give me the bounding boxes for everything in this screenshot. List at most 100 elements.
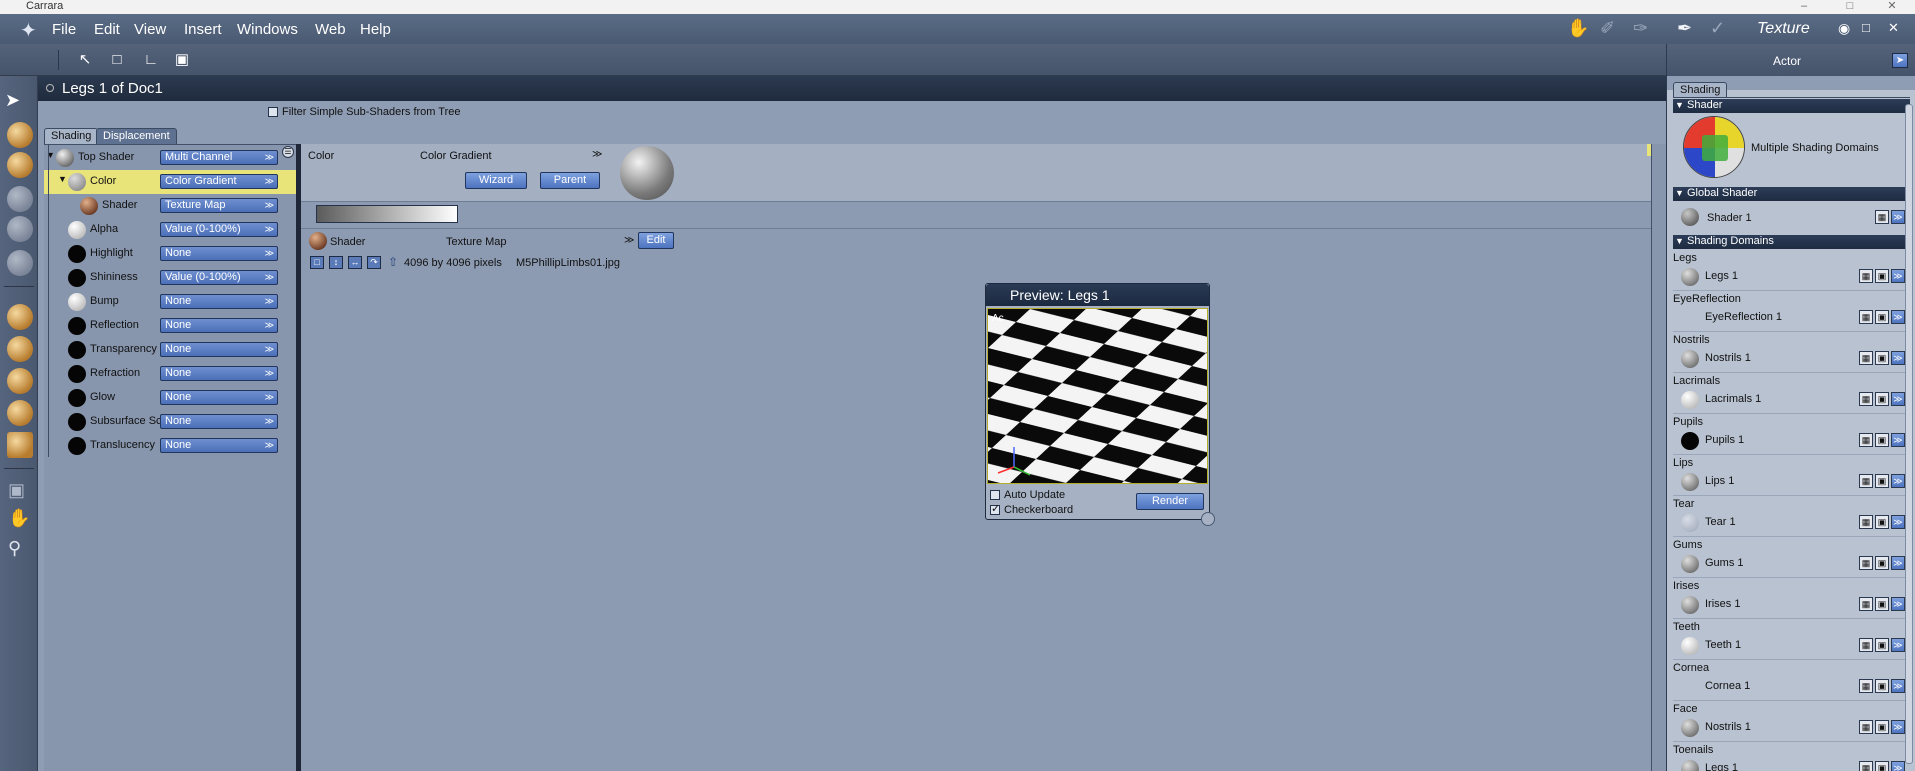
tree-row-reflection[interactable]: Reflection None ≫ bbox=[44, 314, 296, 338]
domain-irises[interactable]: Irises Irises 1 ▦ ▣ ≫ bbox=[1673, 578, 1910, 619]
close-room-icon[interactable]: ✕ bbox=[1888, 20, 1899, 36]
selection-arrow-icon[interactable]: ↖ bbox=[74, 49, 96, 71]
assemble-room-icon[interactable]: ✋ bbox=[1567, 18, 1589, 39]
domain-menu-icon[interactable]: ≫ bbox=[1891, 433, 1905, 447]
collapse-dot-icon[interactable] bbox=[46, 84, 54, 92]
channel-type-chevron-icon[interactable]: ≫ bbox=[592, 149, 602, 160]
preview-title[interactable]: Preview: Legs 1 bbox=[986, 284, 1209, 306]
domain-eyereflection[interactable]: EyeReflection EyeReflection 1 ▦ ▣ ≫ bbox=[1673, 291, 1910, 332]
domain-delete-icon[interactable]: ▦ bbox=[1859, 269, 1873, 283]
model-room-icon[interactable]: ✐ bbox=[1600, 18, 1615, 39]
tree-row-highlight[interactable]: Highlight None ≫ bbox=[44, 242, 296, 266]
domain-menu-icon[interactable]: ≫ bbox=[1891, 679, 1905, 693]
domain-options-icon[interactable]: ▣ bbox=[1875, 310, 1889, 324]
texture-map-icon[interactable] bbox=[7, 432, 33, 458]
eye-icon[interactable]: ◉ bbox=[1838, 20, 1850, 37]
move-plane-icon[interactable] bbox=[7, 304, 33, 330]
move-axis-icon[interactable] bbox=[7, 336, 33, 362]
close-icon[interactable]: ✕ bbox=[1872, 0, 1912, 14]
channel-type[interactable]: Color Gradient bbox=[420, 150, 492, 162]
tree-row-dropdown[interactable]: Value (0-100%) ≫ bbox=[160, 222, 278, 237]
reload-arrow-icon[interactable]: ⇧ bbox=[386, 256, 400, 269]
domain-delete-icon[interactable]: ▦ bbox=[1859, 597, 1873, 611]
corner-box-icon[interactable]: ∟ bbox=[140, 49, 162, 71]
menu-file[interactable]: File bbox=[52, 21, 76, 38]
domain-toenails[interactable]: Toenails Legs 1 ▦ ▣ ≫ bbox=[1673, 742, 1910, 771]
domain-delete-icon[interactable]: ▦ bbox=[1859, 351, 1873, 365]
menu-web[interactable]: Web bbox=[315, 21, 346, 38]
open-file-icon[interactable]: □ bbox=[310, 256, 324, 269]
checkerboard-option[interactable]: Checkerboard bbox=[990, 502, 1073, 516]
texture-room-icon[interactable]: ✒ bbox=[1677, 18, 1692, 39]
tree-row-transparency[interactable]: Transparency None ≫ bbox=[44, 338, 296, 362]
domain-menu-icon[interactable]: ≫ bbox=[1891, 638, 1905, 652]
domain-options-icon[interactable]: ▣ bbox=[1875, 556, 1889, 570]
shader-type-chevron-icon[interactable]: ≫ bbox=[624, 235, 634, 246]
bounding-box-icon[interactable]: □ bbox=[106, 49, 128, 71]
domain-menu-icon[interactable]: ≫ bbox=[1891, 474, 1905, 488]
domain-menu-icon[interactable]: ≫ bbox=[1891, 269, 1905, 283]
tree-row-shininess[interactable]: Shininess Value (0-100%) ≫ bbox=[44, 266, 296, 290]
editor-scroll-gutter[interactable] bbox=[1651, 144, 1666, 771]
expand-triangle-icon[interactable]: ▼ bbox=[58, 174, 67, 184]
menu-insert[interactable]: Insert bbox=[184, 21, 222, 38]
domain-delete-icon[interactable]: ▦ bbox=[1859, 638, 1873, 652]
properties-tab-shading[interactable]: Shading bbox=[1673, 82, 1728, 98]
shading-domains-section-header[interactable]: Shading Domains bbox=[1673, 235, 1910, 249]
domain-nostrils[interactable]: Nostrils Nostrils 1 ▦ ▣ ≫ bbox=[1673, 332, 1910, 373]
menu-view[interactable]: View bbox=[134, 21, 166, 38]
tree-row-dropdown[interactable]: None ≫ bbox=[160, 294, 278, 309]
move-xz-icon[interactable] bbox=[7, 368, 33, 394]
domain-tear[interactable]: Tear Tear 1 ▦ ▣ ≫ bbox=[1673, 496, 1910, 537]
wizard-button[interactable]: Wizard bbox=[465, 172, 527, 189]
tree-row-dropdown[interactable]: Value (0-100%) ≫ bbox=[160, 270, 278, 285]
domain-delete-icon[interactable]: ▦ bbox=[1859, 556, 1873, 570]
fit-horizontal-icon[interactable]: ↔ bbox=[348, 256, 362, 269]
menu-help[interactable]: Help bbox=[360, 21, 391, 38]
domain-cornea[interactable]: Cornea Cornea 1 ▦ ▣ ≫ bbox=[1673, 660, 1910, 701]
domain-menu-icon[interactable]: ≫ bbox=[1891, 761, 1905, 771]
domain-menu-icon[interactable]: ≫ bbox=[1891, 310, 1905, 324]
domain-pupils[interactable]: Pupils Pupils 1 ▦ ▣ ≫ bbox=[1673, 414, 1910, 455]
tree-row-dropdown[interactable]: Color Gradient ≫ bbox=[160, 174, 278, 189]
domain-delete-icon[interactable]: ▦ bbox=[1859, 474, 1873, 488]
domain-menu-icon[interactable]: ≫ bbox=[1891, 597, 1905, 611]
sphere-tool-icon[interactable] bbox=[7, 186, 33, 212]
domain-options-icon[interactable]: ▣ bbox=[1875, 761, 1889, 771]
global-shader-section-header[interactable]: Global Shader bbox=[1673, 187, 1910, 201]
tree-row-dropdown[interactable]: None ≫ bbox=[160, 318, 278, 333]
filter-checkbox[interactable] bbox=[268, 107, 278, 118]
parent-button[interactable]: Parent bbox=[540, 172, 600, 189]
domain-options-icon[interactable]: ▣ bbox=[1875, 474, 1889, 488]
edit-button[interactable]: Edit bbox=[638, 232, 674, 249]
paint-tool-icon[interactable] bbox=[7, 216, 33, 242]
menu-windows[interactable]: Windows bbox=[237, 21, 298, 38]
tab-shading[interactable]: Shading bbox=[44, 128, 99, 144]
tree-row-top-shader[interactable]: ▼ Top Shader Multi Channel ≫ bbox=[44, 146, 296, 170]
domain-menu-icon[interactable]: ≫ bbox=[1891, 720, 1905, 734]
tree-row-dropdown[interactable]: None ≫ bbox=[160, 342, 278, 357]
auto-update-option[interactable]: Auto Update bbox=[990, 489, 1065, 501]
tree-row-bump[interactable]: Bump None ≫ bbox=[44, 290, 296, 314]
tree-row-refraction[interactable]: Refraction None ≫ bbox=[44, 362, 296, 386]
frame-box-icon[interactable]: ▣ bbox=[171, 49, 193, 71]
domain-menu-icon[interactable]: ≫ bbox=[1891, 556, 1905, 570]
shader-section-header[interactable]: Shader bbox=[1673, 99, 1910, 113]
domain-teeth[interactable]: Teeth Teeth 1 ▦ ▣ ≫ bbox=[1673, 619, 1910, 660]
tree-row-color[interactable]: ▼ Color Color Gradient ≫ bbox=[44, 170, 296, 194]
maximize-icon[interactable]: □ bbox=[1830, 0, 1870, 14]
domain-delete-icon[interactable]: ▦ bbox=[1859, 761, 1873, 771]
domain-options-icon[interactable]: ▣ bbox=[1875, 433, 1889, 447]
domain-face[interactable]: Face Nostrils 1 ▦ ▣ ≫ bbox=[1673, 701, 1910, 742]
domain-options-icon[interactable]: ▣ bbox=[1875, 720, 1889, 734]
tree-row-alpha[interactable]: Alpha Value (0-100%) ≫ bbox=[44, 218, 296, 242]
menu-edit[interactable]: Edit bbox=[94, 21, 120, 38]
camera-icon[interactable]: ▣ bbox=[8, 480, 25, 501]
tree-row-glow[interactable]: Glow None ≫ bbox=[44, 386, 296, 410]
domain-menu-icon[interactable]: ≫ bbox=[1891, 515, 1905, 529]
filter-option[interactable]: Filter Simple Sub-Shaders from Tree bbox=[268, 106, 461, 118]
properties-scrollbar[interactable] bbox=[1905, 104, 1913, 764]
storyboard-room-icon[interactable]: ✑ bbox=[1633, 18, 1648, 39]
render-room-icon[interactable]: ✓ bbox=[1710, 18, 1725, 39]
domain-gums[interactable]: Gums Gums 1 ▦ ▣ ≫ bbox=[1673, 537, 1910, 578]
